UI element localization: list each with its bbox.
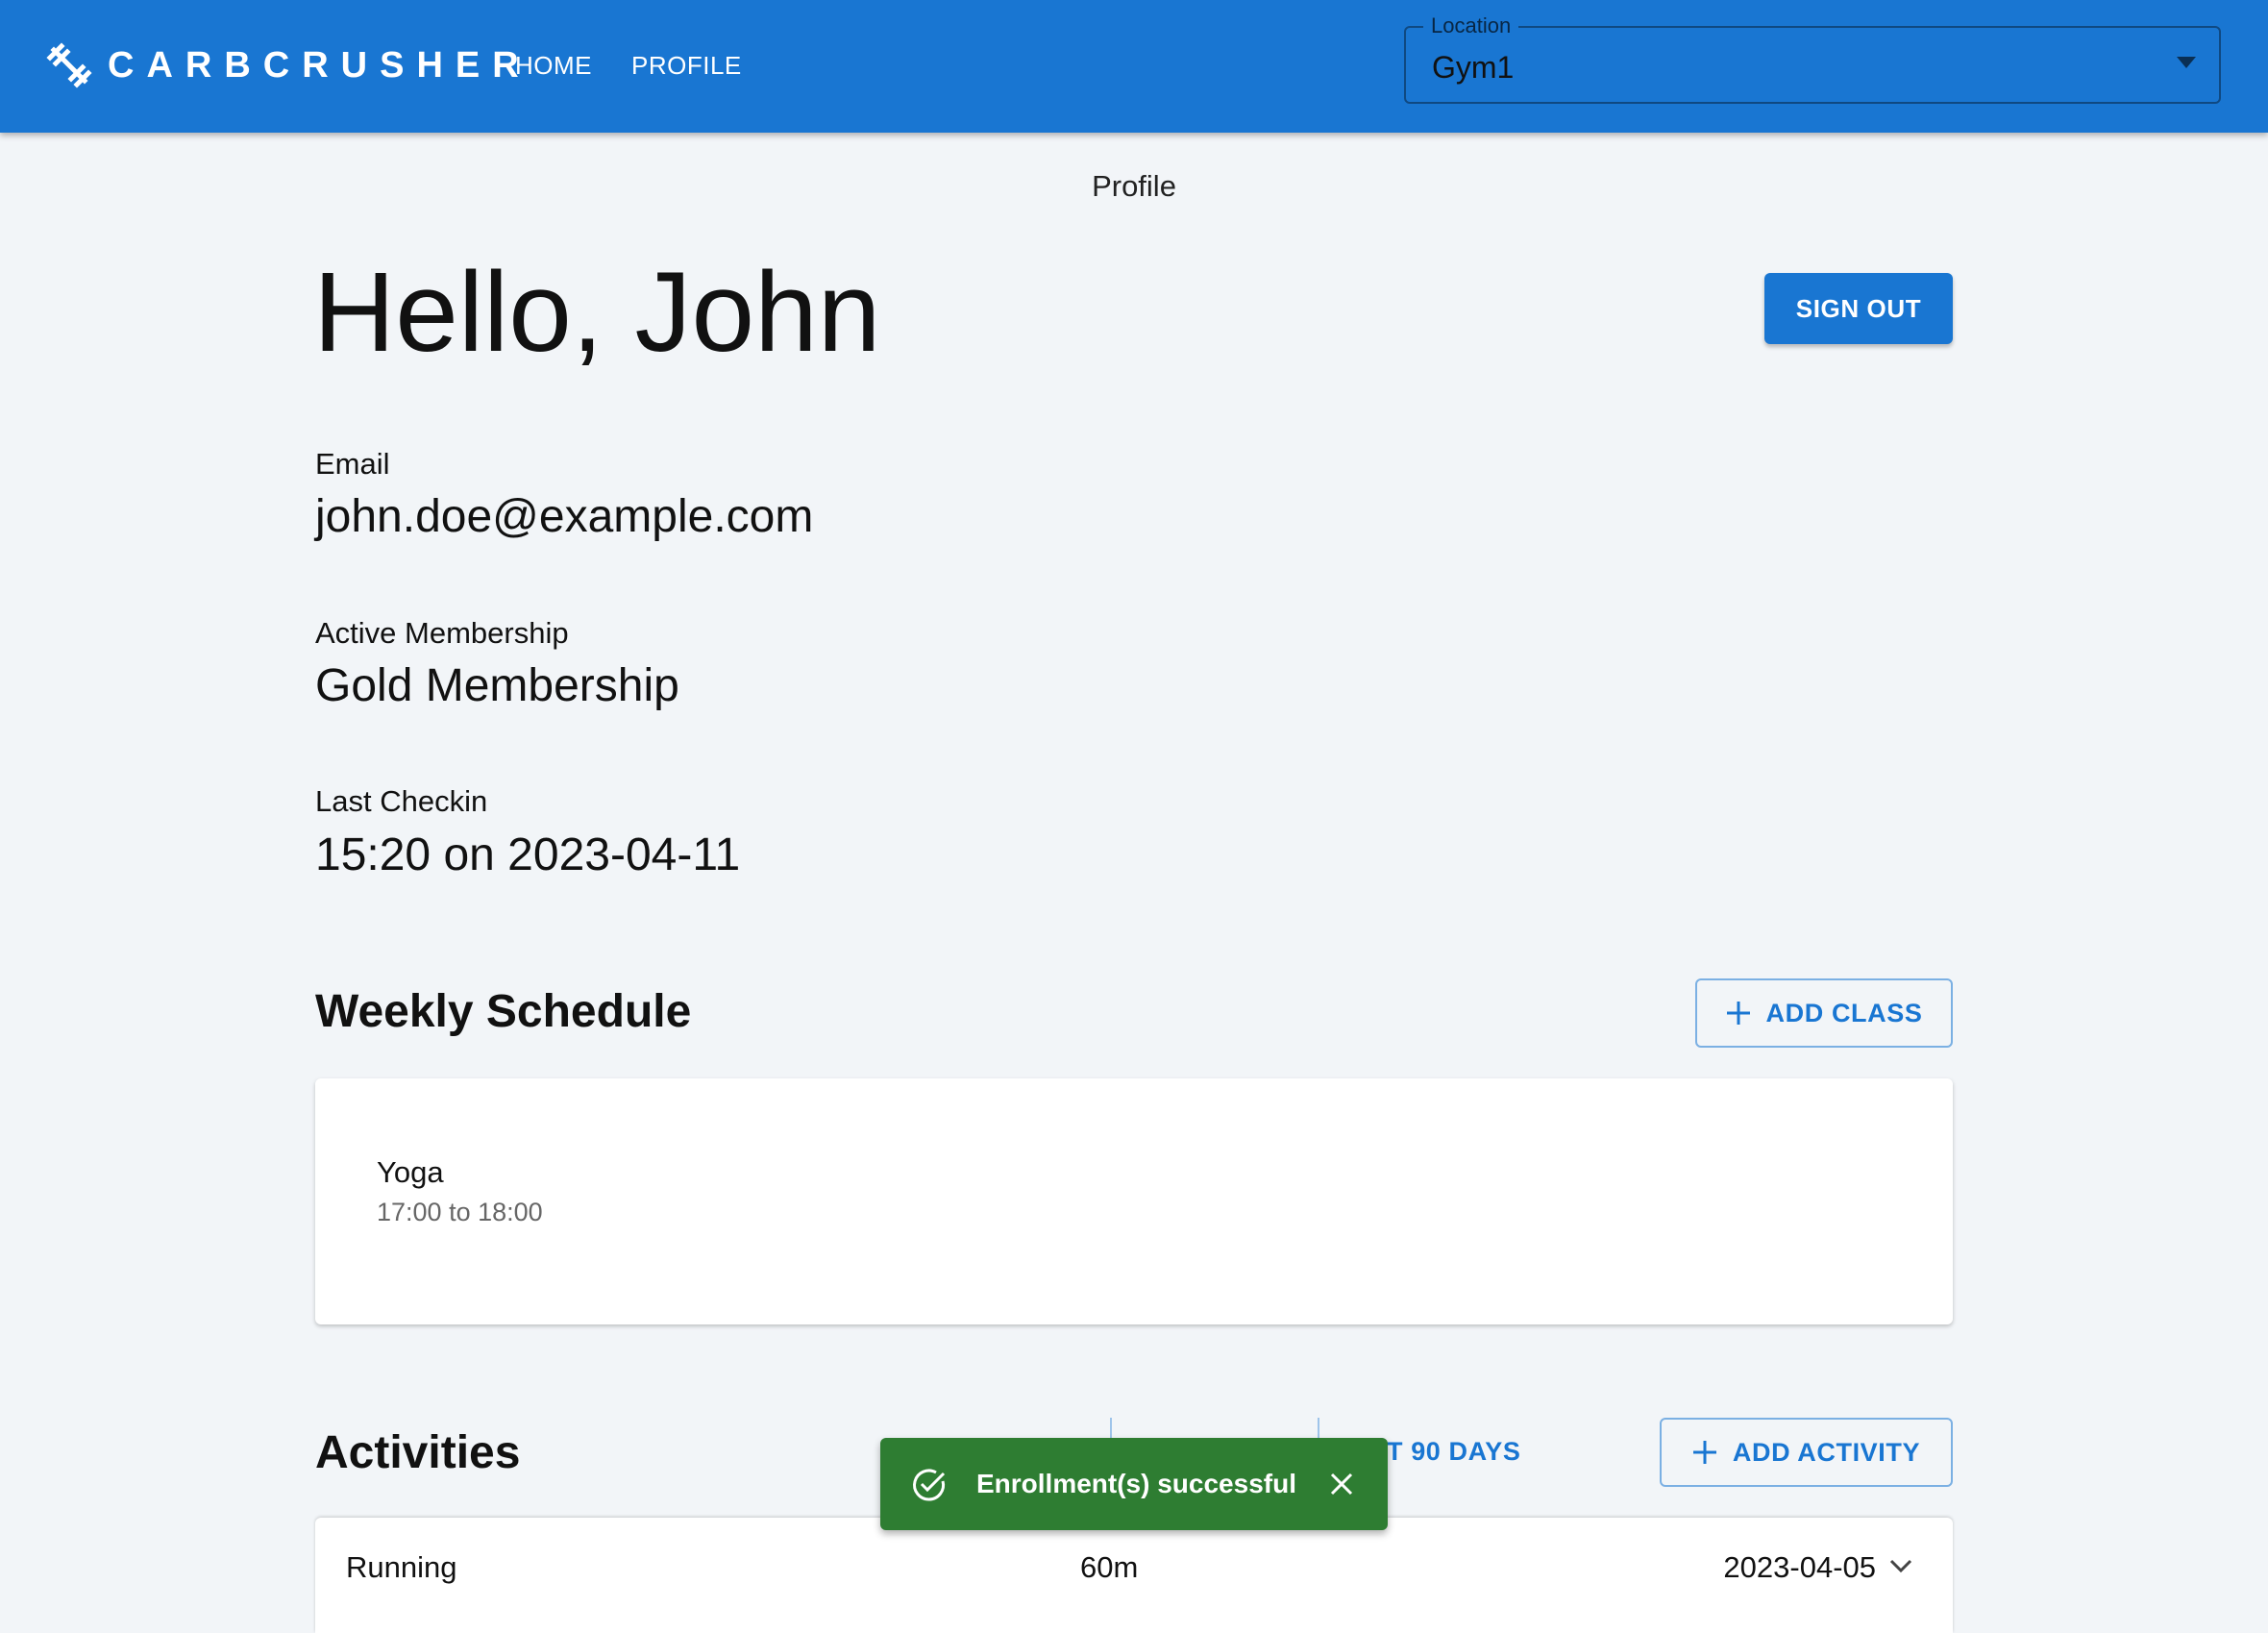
activity-date: 2023-04-05 [1723,1550,1876,1584]
success-snackbar: Enrollment(s) successful [880,1438,1388,1530]
email-value: john.doe@example.com [315,491,814,542]
plus-icon [1726,1002,1750,1025]
add-activity-label: ADD ACTIVITY [1732,1437,1921,1467]
schedule-card: Yoga 17:00 to 18:00 [315,1078,1953,1324]
add-class-label: ADD CLASS [1765,998,1923,1027]
location-value: Gym1 [1432,50,1515,85]
plus-icon [1692,1441,1716,1464]
check-circle-icon [913,1469,946,1501]
greeting-heading: Hello, John [313,249,881,376]
location-select[interactable]: Location Gym1 [1404,14,2221,104]
nav-home-link[interactable]: HOME [515,42,592,88]
brand-name[interactable]: CARBCRUSHER [108,42,531,88]
close-icon[interactable] [1330,1472,1353,1496]
activities-title: Activities [315,1427,521,1478]
dumbbell-icon[interactable] [46,42,92,88]
activity-name: Running [346,1550,457,1584]
location-label: Location [1423,14,1519,37]
range-tab-90-days[interactable]: T 90 DAYS [1387,1437,1520,1467]
add-activity-button[interactable]: ADD ACTIVITY [1660,1418,1953,1487]
activity-duration: 60m [1080,1550,1139,1584]
chevron-down-icon[interactable] [1889,1558,1912,1573]
app-bar: CARBCRUSHER HOME PROFILE Location Gym1 [0,0,2268,133]
class-time: 17:00 to 18:00 [377,1198,543,1226]
chevron-down-icon [2177,57,2196,68]
membership-value: Gold Membership [315,660,679,711]
sign-out-button[interactable]: SIGN OUT [1764,273,1953,344]
email-label: Email [315,447,390,481]
nav-profile-link[interactable]: PROFILE [631,42,742,88]
page-caption: Profile [1092,169,1176,203]
add-class-button[interactable]: ADD CLASS [1695,978,1953,1048]
weekly-schedule-title: Weekly Schedule [315,986,692,1037]
membership-label: Active Membership [315,616,569,650]
last-checkin-value: 15:20 on 2023-04-11 [315,829,741,880]
class-name: Yoga [377,1155,444,1189]
activity-row[interactable]: Running 60m 2023-04-05 [315,1518,1953,1633]
last-checkin-label: Last Checkin [315,784,488,818]
snackbar-message: Enrollment(s) successful [976,1469,1296,1498]
